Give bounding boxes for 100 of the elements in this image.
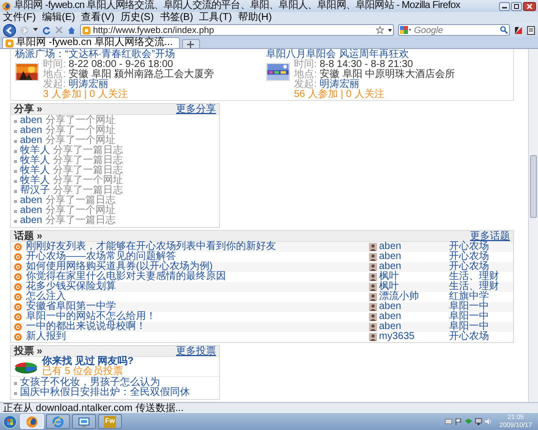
flag-icon[interactable] xyxy=(455,418,462,425)
share-action: 分享了一篇日志 xyxy=(53,156,123,166)
keyboard-icon[interactable] xyxy=(445,419,452,424)
poll-question[interactable]: 你来找 见过 网友吗? xyxy=(42,356,134,366)
browser-tab[interactable]: 阜阳网 -fyweb.cn 阜阳人网络交流... xyxy=(2,37,180,48)
author-link[interactable]: aben xyxy=(379,302,402,312)
user-link[interactable]: 牧羊人 xyxy=(20,146,50,156)
topic-title[interactable]: 安徽省阜阳第一中学 xyxy=(26,302,369,312)
menu-item[interactable]: 文件(F) xyxy=(3,12,36,23)
share-action: 分享了一个网址 xyxy=(45,206,116,216)
topic-title[interactable]: 阜阳一中的网站不怎么给用！ xyxy=(26,312,369,322)
menu-item[interactable]: 历史(S) xyxy=(120,12,154,23)
user-link[interactable]: 牧羊人 xyxy=(20,166,50,176)
addon-icon[interactable] xyxy=(527,26,535,34)
reload-button[interactable] xyxy=(42,26,51,34)
topic-title[interactable]: 一中的都出来说说母校啊！ xyxy=(26,322,369,332)
poll-link[interactable]: 国庆中秋假日安排出炉：全民双假同休 xyxy=(20,388,190,398)
bullet-icon xyxy=(14,220,17,222)
search-field[interactable]: Google xyxy=(398,24,510,36)
topic-title[interactable]: 花多少钱买保险划算 xyxy=(26,282,369,292)
topic-title[interactable]: 你觉得在家里什么电影对夫妻感情的最终原因 xyxy=(26,272,369,282)
section-title[interactable]: 分享 » xyxy=(14,104,42,114)
detail-label: 发起: xyxy=(294,79,317,90)
more-link[interactable]: 更多投票 xyxy=(176,346,216,356)
share-action: 分享了一篇日志 xyxy=(53,186,123,196)
menu-item[interactable]: 查看(V) xyxy=(81,12,114,23)
section-title[interactable]: 投票 » xyxy=(14,346,42,356)
search-icon[interactable] xyxy=(500,26,508,34)
browser-icon xyxy=(52,416,64,428)
close-button[interactable] xyxy=(523,2,536,10)
host-link[interactable]: 明涛宏丽 xyxy=(320,79,360,90)
avatar-icon xyxy=(369,293,377,301)
back-button[interactable] xyxy=(3,24,16,36)
user-link[interactable]: 牧羊人 xyxy=(20,156,50,166)
share-action: 分享了一个网址 xyxy=(53,176,123,186)
menu-item[interactable]: 编辑(E) xyxy=(42,12,76,23)
category-link[interactable]: 阜阳一中 xyxy=(449,302,513,312)
search-engine-icon[interactable] xyxy=(400,26,411,34)
monitor-icon[interactable] xyxy=(475,418,482,425)
star-icon[interactable] xyxy=(376,26,384,34)
event-title[interactable]: 阜阳八月阜阳会 风运周年再狂欢 xyxy=(266,49,513,60)
pie-chart-icon xyxy=(14,360,38,374)
author-link[interactable]: aben xyxy=(379,262,402,272)
author-link[interactable]: 漂流小帅 xyxy=(379,292,419,302)
share-action: 分享了一篇日志 xyxy=(53,146,123,156)
more-link[interactable]: 更多分享 xyxy=(176,104,216,114)
topic-title[interactable]: 怎么注入 xyxy=(26,292,369,302)
author-link[interactable]: aben xyxy=(379,252,402,262)
category-link[interactable]: 红旗中学 xyxy=(449,292,513,302)
close-icon xyxy=(527,4,532,8)
author-link[interactable]: aben xyxy=(379,312,402,322)
user-link[interactable]: aben xyxy=(20,216,42,226)
category-link[interactable]: 生活、理财 xyxy=(449,272,513,282)
author-link[interactable]: 枫叶 xyxy=(379,282,399,292)
scrollbar[interactable] xyxy=(528,49,538,402)
user-link[interactable]: aben xyxy=(20,196,42,206)
author-link[interactable]: my3635 xyxy=(379,332,415,342)
addon-icon[interactable] xyxy=(514,26,523,34)
dropdown-icon[interactable] xyxy=(388,29,392,32)
author-link[interactable]: aben xyxy=(379,242,402,252)
minimize-button[interactable] xyxy=(499,2,510,10)
category-link[interactable]: 开心农场 xyxy=(449,332,513,342)
detail-value: 8-22 08:00 - 9-26 18:00 xyxy=(68,59,174,70)
home-button[interactable] xyxy=(67,26,76,34)
author-link[interactable]: aben xyxy=(379,322,402,332)
user-link[interactable]: aben xyxy=(20,126,42,136)
more-link[interactable]: 更多话题 xyxy=(470,231,510,241)
taskbar-button[interactable] xyxy=(72,414,96,429)
maximize-button[interactable] xyxy=(511,2,522,10)
share-action: 分享了一个网址 xyxy=(45,116,116,126)
section-title[interactable]: 话题 » xyxy=(14,231,42,241)
start-button[interactable] xyxy=(2,414,18,429)
menu-item[interactable]: 书签(B) xyxy=(160,12,194,23)
category-link[interactable]: 阜阳一中 xyxy=(449,312,513,322)
user-link[interactable]: aben xyxy=(20,136,42,146)
topic-title[interactable]: 新人报到 xyxy=(26,332,369,342)
history-dropdown-button[interactable] xyxy=(33,28,38,32)
avatar-icon xyxy=(369,333,377,341)
category-link[interactable]: 开心农场 xyxy=(449,262,513,272)
category-link[interactable]: 开心农场 xyxy=(449,252,513,262)
new-tab-button[interactable] xyxy=(182,39,200,48)
detail-value: 安徽 阜阳 颍州南路总工会大厦旁 xyxy=(68,69,214,80)
category-link[interactable]: 开心农场 xyxy=(449,242,513,252)
category-link[interactable]: 生活、理财 xyxy=(449,282,513,292)
user-link[interactable]: 帮汉子 xyxy=(20,186,50,196)
category-link[interactable]: 阜阳一中 xyxy=(449,322,513,332)
bullet-icon xyxy=(14,160,17,162)
avatar-icon xyxy=(369,283,377,291)
user-link[interactable]: aben xyxy=(20,116,42,126)
user-link[interactable]: aben xyxy=(20,206,42,216)
menu-item[interactable]: 帮助(H) xyxy=(238,12,272,23)
url-field[interactable]: http://www.fyweb.cn/index.php xyxy=(80,24,394,36)
detail-label: 时间: xyxy=(43,59,66,70)
user-link[interactable]: 牧羊人 xyxy=(20,176,50,186)
detail-label: 时间: xyxy=(294,59,317,70)
poll-link[interactable]: 女孩子不化妆，男孩子怎么认为 xyxy=(20,378,160,388)
author-link[interactable]: 枫叶 xyxy=(379,272,399,282)
host-link[interactable]: 明涛宏丽 xyxy=(68,79,109,90)
topic-title[interactable]: 开心农场——农场常见的问题解答 xyxy=(26,252,369,262)
menu-item[interactable]: 工具(T) xyxy=(199,12,232,23)
